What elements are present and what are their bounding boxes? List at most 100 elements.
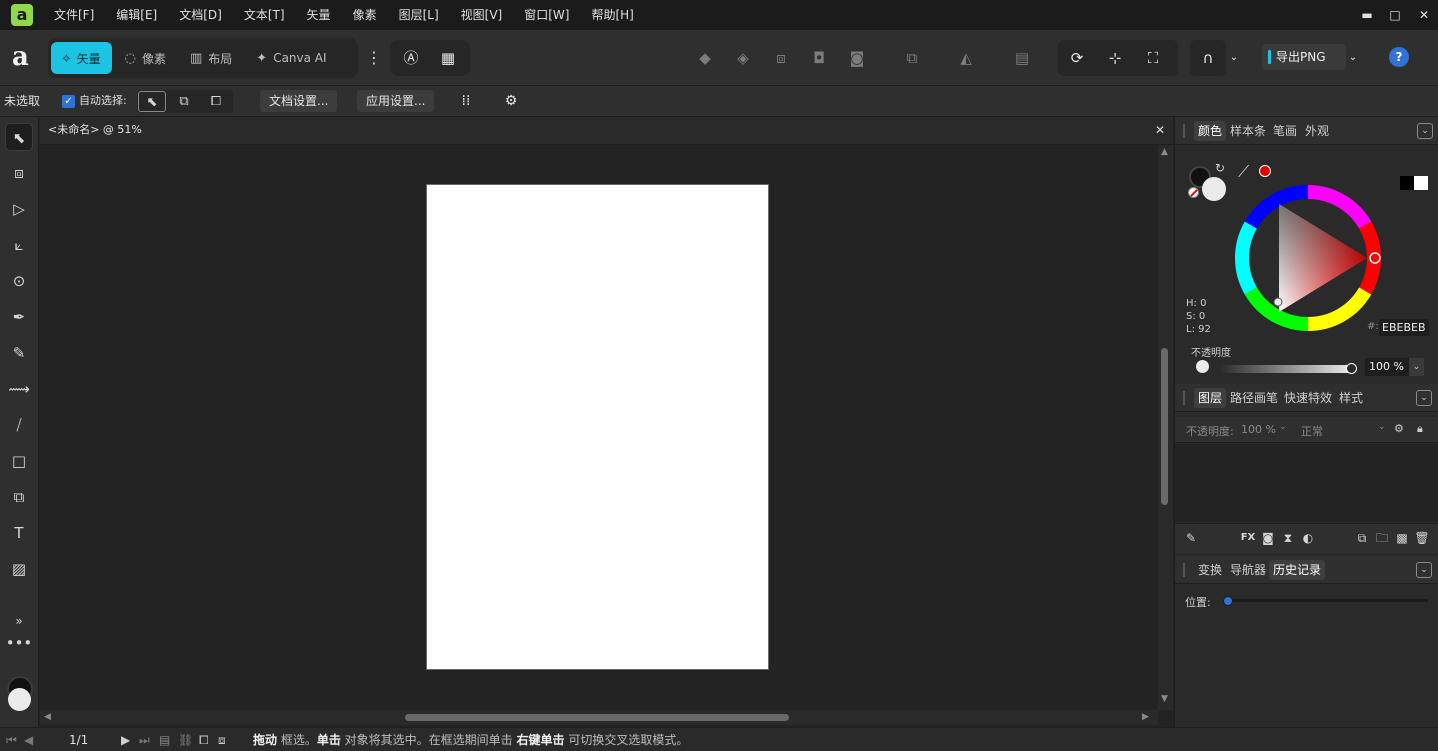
history-position-slider[interactable]	[1228, 599, 1428, 602]
scroll-down-icon[interactable]: ▼	[1161, 694, 1168, 704]
menu-view[interactable]: 视图[V]	[450, 0, 514, 30]
boolean-subtract-icon[interactable]: ◈	[730, 45, 756, 71]
pointer-select-icon[interactable]: ⬉	[138, 91, 166, 112]
panel-grip[interactable]	[1183, 391, 1185, 405]
boolean-divide-icon[interactable]: ◙	[844, 45, 870, 71]
document-settings-button[interactable]: 文档设置...	[260, 90, 338, 112]
tab-navigator[interactable]: 导航器	[1226, 560, 1270, 580]
menu-pixel[interactable]: 像素	[342, 0, 388, 30]
tab-stroke[interactable]: 笔画	[1269, 121, 1301, 141]
persona-layout[interactable]: ▥ 布局	[179, 42, 243, 74]
boolean-xor-icon[interactable]: ◘	[806, 45, 832, 71]
add-group-folder-icon[interactable]: 🗀︎	[1374, 530, 1390, 546]
last-page-icon[interactable]: ⏭	[139, 728, 150, 751]
white-swatch[interactable]	[1414, 176, 1428, 190]
color-handle[interactable]	[1273, 297, 1283, 307]
artboard-tool-icon[interactable]: ⧈	[5, 159, 33, 187]
mask-icon[interactable]: ◙	[1260, 530, 1276, 546]
menu-vector[interactable]: 矢量	[296, 0, 342, 30]
point-transform-tool-icon[interactable]: ⊙	[5, 267, 33, 295]
canvas[interactable]	[40, 145, 1158, 710]
next-page-icon[interactable]: ▶	[121, 728, 130, 751]
blend-mode-dropdown-icon[interactable]: ⌄	[1378, 422, 1386, 432]
arrange-icon[interactable]: ⧉	[899, 45, 925, 71]
blend-mode-select[interactable]: 正常	[1301, 423, 1323, 439]
tab-color[interactable]: 颜色	[1194, 121, 1227, 141]
copy-select-icon[interactable]: ⧠	[202, 91, 230, 112]
flip-icon[interactable]: ◭	[953, 45, 979, 71]
close-document-icon[interactable]: ✕	[1155, 117, 1165, 143]
tab-history[interactable]: 历史记录	[1269, 560, 1326, 580]
trash-icon[interactable]: 🗑︎	[1414, 530, 1430, 546]
tab-transform[interactable]: 变换	[1194, 560, 1226, 580]
fill-tool-icon[interactable]: ⧸	[5, 411, 33, 439]
tab-quick-fx[interactable]: 快速特效	[1280, 388, 1336, 408]
auto-select-checkbox[interactable]: ✓	[62, 95, 75, 108]
hex-input[interactable]: EBEBEB	[1379, 319, 1429, 336]
gear-icon[interactable]: ⚙	[498, 88, 524, 114]
menu-help[interactable]: 帮助[H]	[580, 0, 644, 30]
menu-document[interactable]: 文档[D]	[168, 0, 233, 30]
no-color-icon[interactable]	[1188, 187, 1199, 198]
link-icon[interactable]: ⛓	[178, 728, 193, 751]
black-swatch[interactable]	[1400, 176, 1414, 190]
boolean-intersect-icon[interactable]: ⧈	[768, 45, 794, 71]
align-icon[interactable]: ▤	[1009, 45, 1035, 71]
chevron-down-icon[interactable]: ⌄	[1416, 390, 1432, 406]
scroll-up-icon[interactable]: ▲	[1161, 147, 1168, 157]
chevron-down-icon[interactable]: ⌄	[1416, 562, 1432, 578]
text-tool-icon[interactable]: T	[5, 519, 33, 547]
pencil-tool-icon[interactable]: ✎	[5, 339, 33, 367]
persona-vector[interactable]: ⟡ 矢量	[51, 42, 112, 74]
maximize-button[interactable]: □	[1380, 0, 1410, 30]
opacity-dropdown-icon[interactable]: ⌄	[1409, 358, 1424, 376]
document-tab[interactable]: <未命名> @ 51% ✕	[40, 117, 1173, 145]
node-tool-icon[interactable]: ▷	[5, 195, 33, 223]
tab-swatches[interactable]: 样本条	[1226, 121, 1270, 141]
layers-list[interactable]	[1175, 444, 1438, 522]
fill-swatch[interactable]	[8, 688, 31, 711]
snapping-dropdown-icon[interactable]: ⌄	[1221, 45, 1247, 71]
export-dropdown-icon[interactable]: ⌄	[1340, 45, 1366, 71]
layer-opacity-value[interactable]: 100 %	[1241, 423, 1276, 436]
grid-mode-icon[interactable]: ▦	[435, 45, 461, 71]
shape-tool-icon[interactable]: ⧉	[5, 483, 33, 511]
opacity-slider[interactable]	[1219, 365, 1352, 373]
scroll-left-icon[interactable]: ◀	[44, 712, 51, 722]
intersect-select-icon[interactable]: ⧉	[170, 91, 198, 112]
copy-icon[interactable]: ⧠	[199, 728, 209, 751]
menu-window[interactable]: 窗口[W]	[513, 0, 580, 30]
document-page[interactable]	[426, 184, 769, 670]
rectangle-tool-icon[interactable]: □	[5, 447, 33, 475]
color-wheel[interactable]	[1232, 182, 1384, 334]
more-options-icon[interactable]: ⋮	[366, 44, 382, 72]
grid-select-icon[interactable]: ⁞⁞	[453, 88, 479, 114]
history-slider-knob[interactable]	[1223, 596, 1233, 606]
opacity-value-input[interactable]: 100 %	[1365, 358, 1410, 376]
close-window-button[interactable]: ✕	[1409, 0, 1438, 30]
opacity-slider-handle[interactable]	[1346, 363, 1357, 374]
persona-pixel[interactable]: ◌ 像素	[114, 42, 177, 74]
panel-grip[interactable]	[1183, 563, 1185, 577]
bounding-box-icon[interactable]: ⛶	[1140, 45, 1166, 71]
chevron-down-icon[interactable]: ⌄	[1417, 123, 1433, 139]
vector-brush-tool-icon[interactable]: ⟿	[5, 375, 33, 403]
picked-color-swatch[interactable]	[1259, 165, 1271, 177]
swap-colors-icon[interactable]: ↻	[1215, 161, 1225, 175]
menu-text[interactable]: 文本[T]	[233, 0, 296, 30]
app-settings-button[interactable]: 应用设置...	[357, 90, 435, 112]
adjustment-icon[interactable]: ⧗	[1280, 530, 1296, 546]
prev-page-icon[interactable]: ◀	[24, 728, 33, 751]
move-tool-icon[interactable]: ⬉	[5, 123, 33, 151]
persona-canva-ai[interactable]: ✦ Canva AI	[245, 42, 337, 74]
selection-icon[interactable]: ⧈	[218, 728, 226, 751]
lock-icon[interactable]: 🔒︎	[1417, 422, 1423, 436]
checkerboard-icon[interactable]: ▩	[1394, 530, 1410, 546]
edit-layer-icon[interactable]: ✎	[1183, 530, 1199, 546]
pen-tool-icon[interactable]: ✒	[5, 303, 33, 331]
image-tool-icon[interactable]: ▨	[5, 555, 33, 583]
horizontal-scroll-thumb[interactable]	[405, 714, 789, 721]
boolean-add-icon[interactable]: ◆	[692, 45, 718, 71]
layer-settings-gear-icon[interactable]: ⚙	[1394, 422, 1404, 435]
live-filter-icon[interactable]: ◐	[1300, 530, 1316, 546]
